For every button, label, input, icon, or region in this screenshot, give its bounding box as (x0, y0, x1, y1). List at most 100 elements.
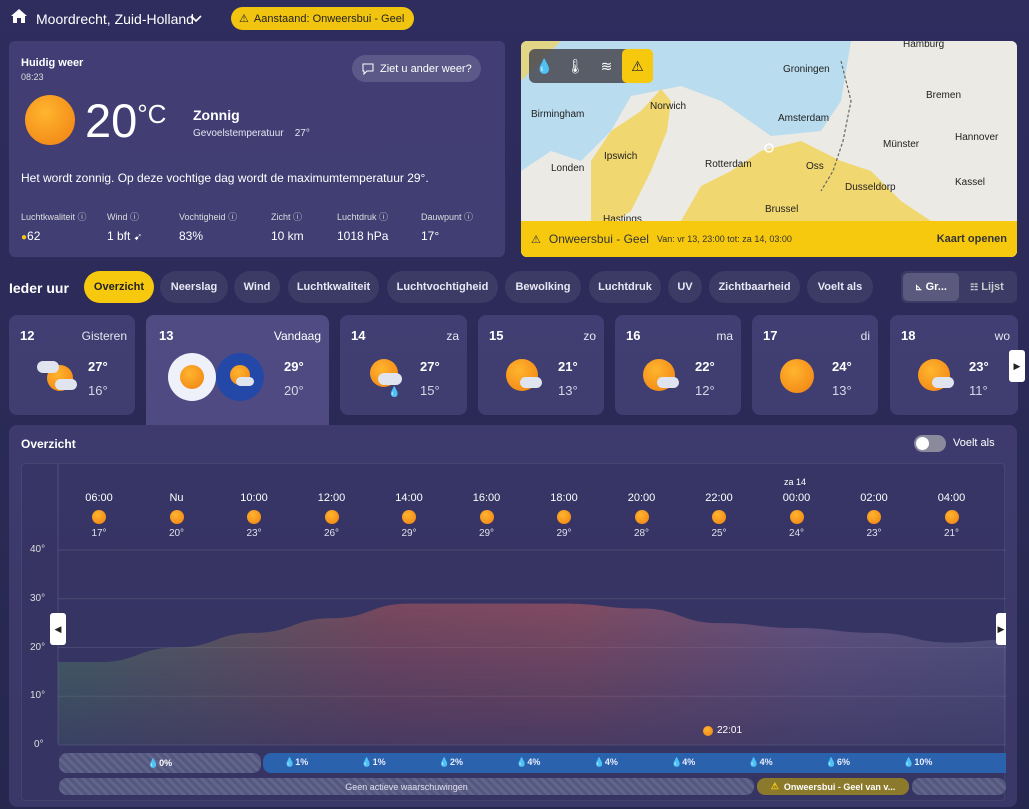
y-tick-label: 0° (34, 739, 44, 750)
weather-icon (557, 510, 571, 524)
day-card[interactable]: 15 zo 21° 13° (478, 315, 604, 415)
night-cloudy-icon (216, 353, 264, 401)
overview-title: Overzicht (21, 437, 76, 451)
chip-wind[interactable]: Wind (234, 271, 280, 303)
sun-icon (780, 359, 814, 393)
active-warning-bar[interactable]: ⚠ Onweersbui - Geel van v... (757, 778, 909, 795)
hourly-title: Ieder uur (9, 280, 69, 296)
day-card[interactable]: 12 Gisteren 27° 16° (9, 315, 135, 415)
chip-luchtvochtigheid[interactable]: Luchtvochtigheid (387, 271, 498, 303)
info-icon: ⓘ (130, 212, 140, 222)
map-city: Kassel (955, 177, 985, 188)
hour-temp-label: 25° (711, 528, 727, 539)
home-icon[interactable] (10, 8, 28, 24)
chip-overzicht[interactable]: Overzicht (84, 271, 154, 303)
stat-pressure[interactable]: Luchtdruk ⓘ 1018 hPa (337, 210, 421, 243)
weather-map[interactable]: Hamburg Groningen Bremen Norwich Amsterd… (521, 41, 1017, 257)
map-city: Hamburg (903, 41, 944, 50)
y-tick-label: 30° (30, 593, 46, 604)
list-view-button[interactable]: ☷ Lijst (959, 273, 1015, 301)
x-tick-label: 10:00 (240, 492, 268, 504)
scroll-right-button[interactable]: ▶ (996, 613, 1006, 645)
map-city: Oss (806, 161, 824, 172)
alert-badge[interactable]: ⚠ Aanstaand: Onweersbui - Geel (231, 7, 415, 30)
scroll-left-button[interactable]: ◀ (50, 613, 66, 645)
chip-bewolking[interactable]: Bewolking (505, 271, 581, 303)
next-days-button[interactable]: ▶ (1009, 350, 1025, 382)
map-city: Ipswich (604, 151, 637, 162)
chip-luchtkwaliteit[interactable]: Luchtkwaliteit (288, 271, 379, 303)
warning-layer-icon[interactable]: ⚠ (622, 49, 653, 83)
hour-temp-label: 20° (168, 528, 185, 539)
feels-like: Gevoelstemperatuur 27° (193, 128, 310, 139)
x-tick-label: 20:00 (627, 492, 656, 504)
feels-like-toggle[interactable] (914, 435, 946, 452)
day-card-selected[interactable]: 13 Vandaag 29° 20° (146, 315, 329, 425)
map-city: Hannover (955, 132, 999, 143)
weather-icon (92, 510, 106, 524)
chip-voelt-als[interactable]: Voelt als (807, 271, 873, 303)
chevron-down-icon[interactable] (189, 11, 203, 25)
wind-layer-icon[interactable]: ≋ (591, 49, 622, 83)
map-city: Londen (551, 163, 584, 174)
chip-neerslag[interactable]: Neerslag (160, 271, 228, 303)
map-city: Dusseldorp (845, 182, 896, 193)
day-card[interactable]: 17 di 24° 13° (752, 315, 878, 415)
map-city: Norwich (650, 101, 686, 112)
temperature-area (58, 603, 1006, 745)
stat-humidity[interactable]: Vochtigheid ⓘ 83% (179, 210, 271, 243)
stat-wind[interactable]: Wind ⓘ 1 bft ➹ (107, 210, 179, 243)
sun-icon (168, 353, 216, 401)
precip-value: 💧4% (593, 757, 618, 767)
weather-icon (789, 510, 804, 524)
hour-column: 18:00 29° (534, 492, 594, 539)
partly-cloudy-icon (918, 359, 958, 399)
map-city: Groningen (783, 64, 830, 75)
chip-uv[interactable]: UV (668, 271, 702, 303)
day-card[interactable]: 14 za 💧 27° 15° (340, 315, 467, 415)
map-city: Bremen (926, 90, 961, 101)
precip-value: 💧10% (903, 757, 933, 767)
hour-column: Nu 20° (147, 492, 207, 539)
weather-icon (247, 510, 261, 524)
stat-visibility[interactable]: Zicht ⓘ 10 km (271, 210, 337, 243)
map-toolbar: 💧 🌡 ≋ ⚠ (529, 49, 653, 83)
x-tick-label: 14:00 (395, 492, 423, 504)
weather-icon (479, 510, 494, 524)
day-card[interactable]: 16 ma 22° 12° (615, 315, 741, 415)
feedback-button[interactable]: Ziet u ander weer? (352, 55, 481, 82)
warning-icon: ⚠ (239, 13, 249, 25)
x-tick-label: 12:00 (317, 492, 346, 504)
chip-zichtbaarheid[interactable]: Zichtbaarheid (709, 271, 800, 303)
current-temperature: 20°C (85, 94, 167, 147)
current-weather-card: Huidig weer 08:23 Ziet u ander weer? 20°… (9, 41, 505, 257)
location-name[interactable]: Moordrecht, Zuid-Holland (36, 11, 194, 27)
y-tick-label: 10° (30, 690, 46, 701)
precip-value: 💧1% (361, 757, 386, 767)
wind-arrow-icon: ➹ (133, 232, 143, 243)
weather-icon (634, 510, 649, 524)
hour-column: 20:00 28° (612, 492, 672, 539)
date-marker: za 14 (783, 477, 807, 487)
partly-cloudy-icon (643, 359, 683, 399)
stat-air-quality[interactable]: Luchtkwaliteit ⓘ ●62 (21, 210, 107, 243)
graph-view-button[interactable]: ⊾ Gr... (903, 273, 959, 301)
no-warnings-bar: Geen actieve waarschuwingen (59, 778, 754, 795)
list-icon: ☷ (970, 281, 979, 292)
map-alert-bar[interactable]: ⚠ Onweersbui - Geel Van: vr 13, 23:00 to… (521, 221, 1017, 257)
hour-temp-label: 24° (788, 528, 805, 539)
day-card[interactable]: 18 wo 23° 11° (890, 315, 1018, 415)
precip-value: 💧4% (516, 757, 541, 767)
precipitation-layer-icon[interactable]: 💧 (529, 49, 560, 83)
hour-temp-label: 17° (91, 528, 107, 539)
sun-icon (25, 95, 75, 145)
hour-temp-label: 23° (246, 528, 262, 539)
chip-luchtdruk[interactable]: Luchtdruk (589, 271, 661, 303)
stat-dewpoint[interactable]: Dauwpunt ⓘ 17° (421, 210, 491, 243)
overview-panel: Overzicht Voelt als 40° 30° 20° 10° 0° z… (9, 425, 1017, 807)
overview-chart[interactable]: 40° 30° 20° 10° 0° za 14 ◀ ▶ 22:01 Geen … (21, 463, 1006, 801)
open-map-link[interactable]: Kaart openen (937, 233, 1007, 245)
forecast-description: Het wordt zonnig. Op deze vochtige dag w… (21, 171, 429, 185)
temperature-layer-icon[interactable]: 🌡 (560, 49, 591, 83)
y-tick-label: 20° (30, 642, 46, 653)
